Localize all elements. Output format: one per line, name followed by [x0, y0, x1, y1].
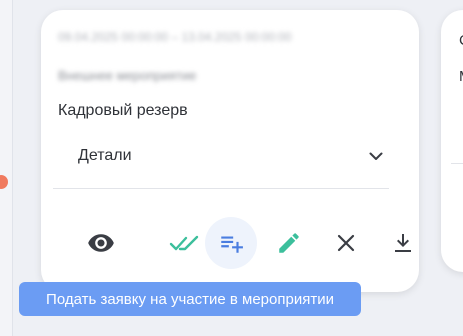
- download-button[interactable]: [377, 217, 429, 269]
- left-sidebar-edge: [0, 0, 13, 336]
- page: 09.04.2025 00:00:00 – 13.04.2025 00:00:0…: [0, 0, 463, 336]
- details-toggle[interactable]: Детали: [78, 143, 384, 169]
- apply-tooltip: Подать заявку на участие в мероприятии: [19, 282, 361, 316]
- card-actions: [81, 217, 411, 269]
- view-button[interactable]: [75, 217, 127, 269]
- next-card-divider: [451, 163, 463, 164]
- edit-button[interactable]: [263, 217, 315, 269]
- close-icon: [337, 234, 355, 252]
- event-category: Кадровый резерв: [58, 102, 188, 119]
- next-card-text-1: С: [459, 32, 463, 49]
- event-type: Внешнее мероприятие: [58, 68, 197, 83]
- pencil-icon: [279, 233, 299, 253]
- chevron-down-icon: [369, 152, 383, 160]
- eye-icon: [88, 234, 114, 252]
- approve-button[interactable]: [158, 217, 210, 269]
- close-button[interactable]: [320, 217, 372, 269]
- next-card-text-2: М: [459, 68, 463, 85]
- playlist-add-icon: [221, 236, 243, 253]
- next-event-card: С М: [441, 10, 463, 272]
- apply-button[interactable]: [205, 217, 257, 269]
- event-date-range: 09.04.2025 00:00:00 – 13.04.2025 00:00:0…: [58, 30, 292, 44]
- event-card: 09.04.2025 00:00:00 – 13.04.2025 00:00:0…: [41, 10, 419, 292]
- download-icon: [395, 234, 411, 252]
- details-label: Детали: [78, 147, 132, 164]
- card-divider: [53, 188, 389, 189]
- double-check-icon: [169, 235, 199, 251]
